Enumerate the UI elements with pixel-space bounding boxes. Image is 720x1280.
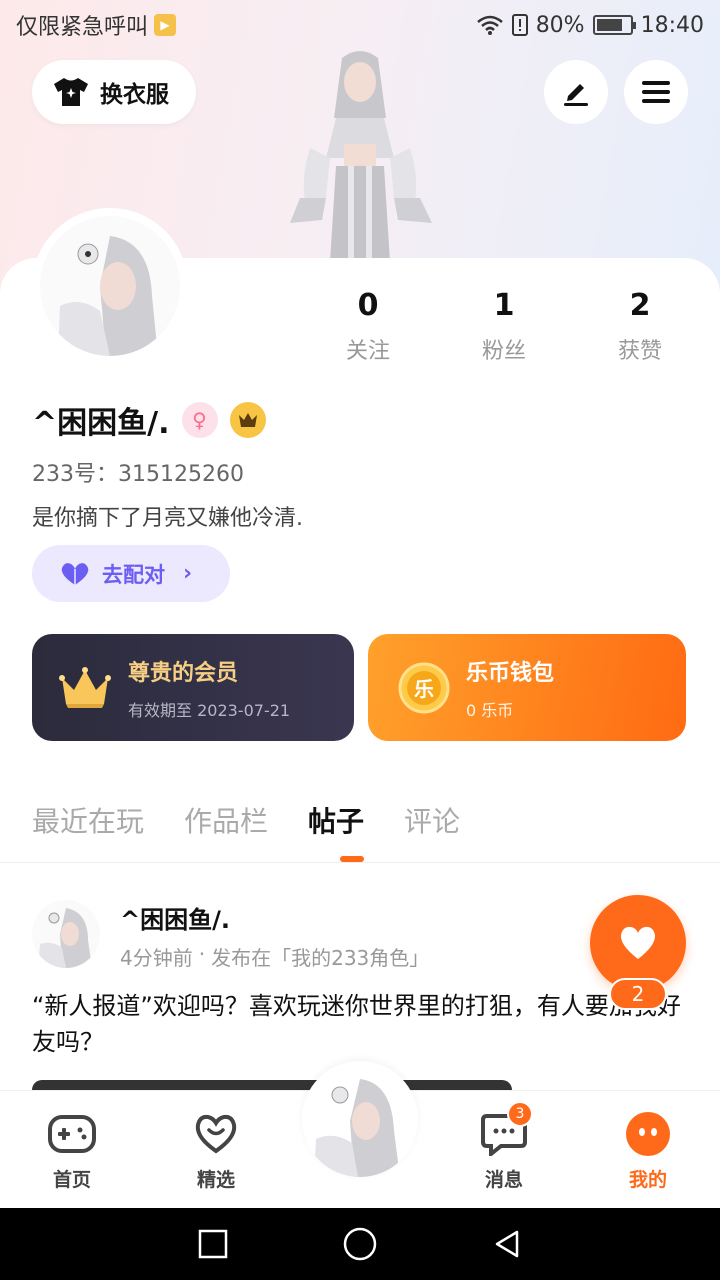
svg-text:乐: 乐 — [414, 677, 434, 701]
post-time: 4分钟前 — [120, 946, 193, 970]
post-location[interactable]: 发布在「我的233角色」 — [211, 942, 429, 971]
avatar-character-figure[interactable] — [270, 48, 450, 262]
menu-button[interactable] — [624, 60, 688, 124]
stat-likes-label: 获赞 — [617, 339, 662, 364]
coin-wallet-card[interactable]: 乐 乐币钱包 0 乐币 — [368, 634, 686, 741]
carrier-text: 仅限紧急呼叫 — [16, 15, 149, 40]
nav-me[interactable]: 我的 — [598, 1111, 698, 1192]
post-text: “新人报道”欢迎吗？喜欢玩迷你世界里的打狙，有人要加我好友吗？ — [32, 992, 681, 1056]
user-signature: 是你摘下了月亮又嫌他冷清. — [32, 506, 303, 531]
vip-expiry: 有效期至 2023-07-21 — [128, 700, 291, 720]
tshirt-icon — [54, 78, 88, 106]
nav-avatar-image — [302, 1061, 418, 1177]
nav-avatar-button[interactable] — [302, 1061, 418, 1177]
tab-recent-play[interactable]: 最近在玩 — [32, 800, 144, 840]
user-id: 233号：315125260 — [32, 462, 244, 487]
back-icon[interactable] — [491, 1228, 523, 1260]
bottom-navigation: 首页 精选 3 消息 我的 — [0, 1061, 720, 1208]
post-author-name[interactable]: ^困困鱼/. — [120, 900, 230, 935]
heart-filled-icon — [620, 926, 656, 959]
coin-balance: 0 乐币 — [466, 700, 514, 720]
system-navigation-bar — [0, 1208, 720, 1280]
edit-profile-button[interactable] — [544, 60, 608, 124]
chevron-right-icon: › — [183, 561, 193, 586]
like-button[interactable] — [590, 895, 686, 991]
stat-likes[interactable]: 2 获赞 — [572, 288, 708, 365]
nav-home[interactable]: 首页 — [22, 1111, 122, 1192]
post-author-avatar[interactable] — [32, 900, 100, 968]
coin-icon: 乐 — [398, 662, 450, 713]
tab-works[interactable]: 作品栏 — [184, 800, 268, 840]
profile-avatar[interactable] — [32, 208, 188, 364]
vip-crown-icon[interactable] — [229, 402, 266, 438]
female-gender-icon: ♀ — [181, 402, 218, 438]
post-image[interactable] — [32, 1080, 512, 1090]
username-row: ^困困鱼/. ♀ — [32, 398, 266, 442]
tabs-divider — [0, 862, 720, 863]
stat-following[interactable]: 0 关注 — [300, 288, 436, 365]
nav-featured-label: 精选 — [196, 1169, 235, 1191]
username: ^困困鱼/. — [32, 406, 170, 441]
nav-messages-label: 消息 — [484, 1169, 523, 1191]
vip-title: 尊贵的会员 — [128, 660, 239, 686]
heart-icon — [61, 562, 89, 585]
profile-tabs: 最近在玩 作品栏 帖子 评论 — [32, 800, 460, 840]
post-meta-separator: · — [198, 942, 206, 966]
post-meta: 4分钟前 · 发布在「我的233角色」 — [120, 942, 429, 971]
stat-likes-value: 2 — [629, 288, 651, 323]
profile-stats: 0 关注 1 粉丝 2 获赞 — [300, 288, 720, 365]
tab-posts[interactable]: 帖子 — [308, 800, 364, 840]
play-icon: ▶ — [154, 14, 177, 36]
coin-wallet-title: 乐币钱包 — [466, 660, 555, 686]
profile-face-icon — [626, 1112, 670, 1156]
pair-match-label: 去配对 — [102, 562, 165, 587]
like-count: 2 — [609, 978, 667, 1010]
stat-followers[interactable]: 1 粉丝 — [436, 288, 572, 365]
nav-me-label: 我的 — [628, 1169, 667, 1191]
battery-icon — [592, 15, 636, 35]
hamburger-icon — [642, 81, 670, 103]
wifi-icon — [476, 15, 503, 35]
clock: 18:40 — [640, 12, 704, 38]
nav-home-label: 首页 — [52, 1169, 91, 1191]
heart-outline-icon — [195, 1114, 237, 1154]
stat-following-label: 关注 — [345, 339, 390, 364]
vip-membership-card[interactable]: 尊贵的会员 有效期至 2023-07-21 — [32, 634, 354, 741]
messages-badge: 3 — [507, 1101, 533, 1127]
recent-apps-icon[interactable] — [197, 1228, 229, 1260]
status-bar: 仅限紧急呼叫 ▶ 80% 18:40 — [0, 0, 720, 50]
stat-following-value: 0 — [357, 288, 379, 323]
battery-percent: 80% — [535, 12, 585, 38]
change-outfit-button[interactable]: 换衣服 — [32, 60, 196, 124]
crown-icon — [59, 666, 111, 708]
pencil-icon — [564, 84, 588, 106]
pair-match-button[interactable]: 去配对 › — [32, 545, 230, 602]
tab-comments[interactable]: 评论 — [404, 800, 460, 840]
home-icon[interactable] — [342, 1226, 378, 1262]
nav-featured[interactable]: 精选 — [166, 1111, 266, 1192]
change-outfit-label: 换衣服 — [100, 82, 169, 108]
stat-followers-value: 1 — [493, 288, 515, 323]
gamepad-icon — [48, 1115, 96, 1153]
stat-followers-label: 粉丝 — [481, 339, 526, 364]
nav-messages[interactable]: 3 消息 — [454, 1101, 554, 1192]
sim-alert-icon — [511, 14, 528, 36]
avatar-image — [40, 216, 180, 356]
